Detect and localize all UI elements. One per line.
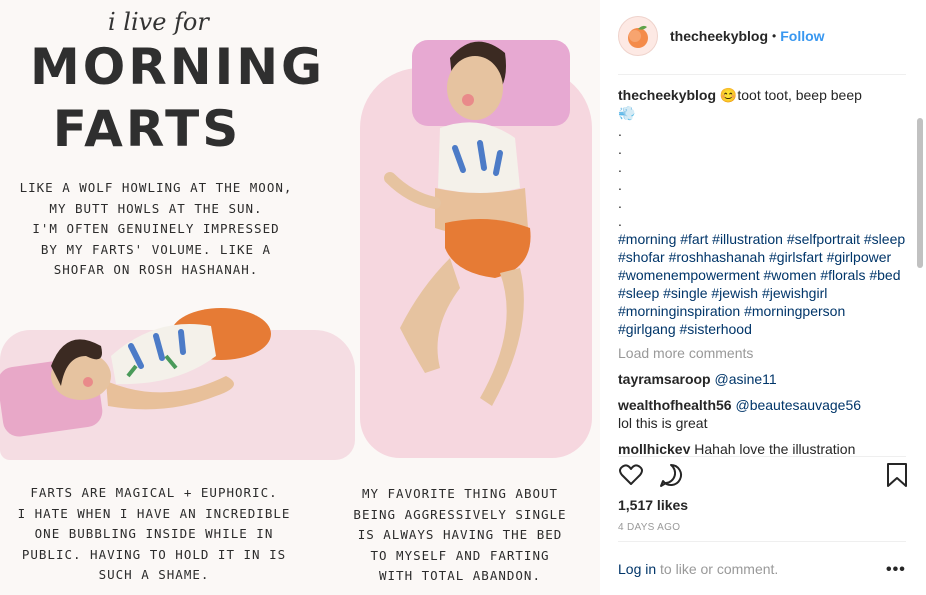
comment-icon[interactable] bbox=[658, 462, 684, 488]
post-header: thecheekyblog • Follow bbox=[618, 14, 908, 58]
caption-dot: . bbox=[618, 123, 622, 139]
title-morning: MORNING bbox=[30, 38, 326, 96]
caption-dot: . bbox=[618, 141, 622, 157]
login-divider bbox=[618, 541, 906, 542]
comment-username[interactable]: wealthofhealth56 bbox=[618, 397, 732, 413]
caption-hashtags[interactable]: #morning #fart #illustration #selfportra… bbox=[618, 230, 906, 338]
comment-mention[interactable]: @beautesauvage56 bbox=[735, 397, 861, 413]
caption-dot: . bbox=[618, 177, 622, 193]
post-image[interactable]: i live for MORNING FARTS LIKE A WOLF HOW… bbox=[0, 0, 600, 595]
caption-username[interactable]: thecheekyblog bbox=[618, 87, 716, 103]
caption-dot: . bbox=[618, 159, 622, 175]
caption-dot: . bbox=[618, 213, 622, 229]
comments-scrollbar[interactable] bbox=[916, 78, 924, 458]
para-line: I'M OFTEN GENUINELY IMPRESSED bbox=[32, 221, 280, 236]
comment-text: Hahah love the illustration bbox=[694, 441, 856, 454]
login-link[interactable]: Log in bbox=[618, 561, 656, 577]
comment-mention[interactable]: @asine11 bbox=[714, 371, 776, 387]
smile-emoji: 😊 bbox=[719, 87, 738, 103]
comment: mollhickey Hahah love the illustration bbox=[618, 440, 906, 454]
comment: tayramsaroop @asine11 bbox=[618, 370, 906, 388]
para-line: FARTS ARE MAGICAL + EUPHORIC. bbox=[30, 485, 278, 500]
actions-divider bbox=[618, 456, 906, 457]
para-line: PUBLIC. HAVING TO HOLD IT IN IS bbox=[21, 546, 287, 562]
sleeping-figure-left bbox=[51, 308, 271, 410]
caption-text: toot toot, beep beep bbox=[737, 87, 862, 103]
header-separator: • bbox=[772, 29, 777, 43]
para-line: IS ALWAYS HAVING THE BED bbox=[357, 527, 563, 542]
likes-count[interactable]: 1,517 likes bbox=[618, 497, 688, 513]
para-line: I HATE WHEN I HAVE AN INCREDIBLE bbox=[17, 505, 291, 521]
header-divider bbox=[618, 74, 906, 75]
peach-icon bbox=[628, 25, 648, 48]
follow-button[interactable]: Follow bbox=[780, 28, 824, 44]
comment-text: lol this is great bbox=[618, 415, 708, 431]
para-line: ONE BUBBLING INSIDE WHILE IN bbox=[34, 526, 274, 541]
avatar[interactable] bbox=[618, 16, 658, 56]
login-prompt: Log in to like or comment. bbox=[618, 561, 778, 577]
para-line: WITH TOTAL ABANDON. bbox=[379, 568, 541, 583]
dash-emoji: 💨 bbox=[618, 105, 636, 121]
lying-figure-right bbox=[384, 41, 531, 406]
header-username[interactable]: thecheekyblog bbox=[670, 28, 768, 44]
caption-dots: . . . . . . bbox=[618, 122, 906, 230]
para-line: BY MY FARTS' VOLUME. LIKE A bbox=[40, 241, 272, 257]
paragraph-single: MY FAVORITE THING ABOUT BEING AGGRESSIVE… bbox=[342, 484, 578, 587]
comment-username[interactable]: tayramsaroop bbox=[618, 371, 711, 387]
para-line: TO MYSELF AND FARTING bbox=[370, 547, 550, 563]
para-line: LIKE A WOLF HOWLING AT THE MOON, bbox=[19, 180, 293, 195]
paragraph-magical: FARTS ARE MAGICAL + EUPHORIC. I HATE WHE… bbox=[4, 483, 304, 586]
para-line: MY BUTT HOWLS AT THE SUN. bbox=[49, 200, 263, 216]
action-bar bbox=[618, 462, 908, 490]
para-line: MY FAVORITE THING ABOUT bbox=[361, 486, 559, 501]
title-farts: FARTS bbox=[52, 100, 242, 158]
script-title: i live for bbox=[108, 8, 209, 36]
load-more-comments-button[interactable]: Load more comments bbox=[618, 344, 906, 362]
caption: thecheekyblog 😊toot toot, beep beep 💨 . … bbox=[618, 86, 906, 338]
para-line: SHOFAR ON ROSH HASHANAH. bbox=[53, 262, 259, 277]
comment: wealthofhealth56 @beautesauvage56 lol th… bbox=[618, 396, 906, 432]
comment-username[interactable]: mollhickey bbox=[618, 441, 690, 454]
paragraph-wolf: LIKE A WOLF HOWLING AT THE MOON, MY BUTT… bbox=[6, 178, 306, 281]
bookmark-icon[interactable] bbox=[884, 462, 910, 488]
login-rest: to like or comment. bbox=[656, 561, 779, 577]
more-options-button[interactable]: ••• bbox=[886, 561, 906, 579]
para-line: SUCH A SHAME. bbox=[98, 567, 210, 582]
post-timestamp[interactable]: 4 DAYS AGO bbox=[618, 522, 680, 533]
scrollbar-thumb[interactable] bbox=[917, 118, 923, 268]
caption-dot: . bbox=[618, 195, 622, 211]
comments-section: thecheekyblog 😊toot toot, beep beep 💨 . … bbox=[618, 86, 906, 454]
para-line: BEING AGGRESSIVELY SINGLE bbox=[353, 506, 567, 522]
heart-icon[interactable] bbox=[618, 462, 644, 488]
